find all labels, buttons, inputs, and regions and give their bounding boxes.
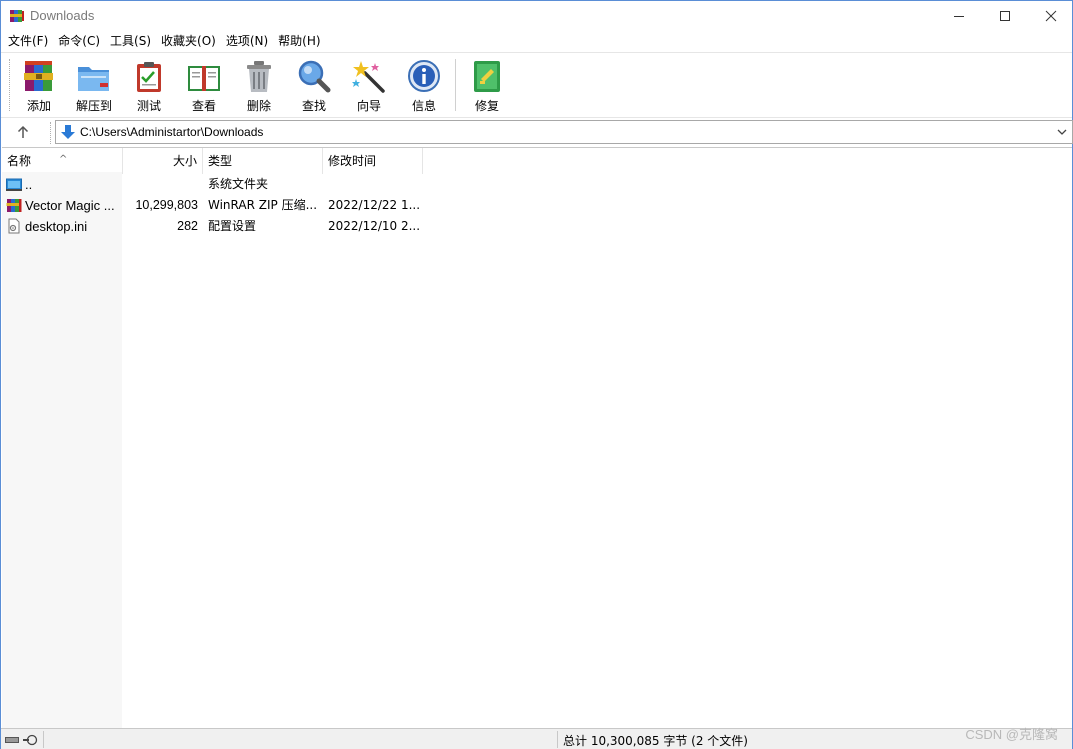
file-list[interactable]: 名称 ^ 大小 类型 修改时间 .. 系统文件夹 Vector Magic ..…: [2, 147, 1072, 729]
toolbar: 添加 解压到 测试 查看 删除 查找 向导 信息 修复: [1, 52, 1072, 116]
file-size: 10,299,803: [135, 198, 198, 212]
magic-wand-icon: [352, 61, 385, 93]
address-row: C:\Users\Administartor\Downloads: [1, 117, 1073, 145]
menu-file[interactable]: 文件(F): [3, 31, 53, 51]
header-type[interactable]: 类型: [203, 148, 323, 174]
test-clipboard-icon: [137, 62, 161, 92]
toolbar-grip[interactable]: [9, 59, 12, 111]
test-button[interactable]: 测试: [124, 57, 174, 113]
repair-button[interactable]: 修复: [462, 57, 512, 113]
address-grip: [50, 122, 51, 144]
file-name: ..: [25, 177, 33, 192]
menu-favorites[interactable]: 收藏夹(O): [156, 31, 221, 51]
add-button[interactable]: 添加: [14, 57, 64, 113]
minimize-button[interactable]: [936, 1, 982, 31]
extract-label: 解压到: [75, 99, 112, 113]
header-name-label: 名称: [7, 154, 32, 168]
header-name[interactable]: 名称 ^: [2, 148, 123, 174]
file-name: Vector Magic ...: [25, 198, 115, 213]
test-label: 测试: [136, 99, 161, 113]
file-row-ini[interactable]: desktop.ini 282 配置设置 2022/12/10 2...: [2, 216, 432, 237]
settings-file-icon: [8, 218, 20, 234]
file-type: 配置设置: [208, 219, 257, 233]
download-arrow-icon: [61, 125, 75, 139]
arrow-up-icon: [17, 125, 29, 138]
extract-folder-icon: [78, 67, 109, 91]
menu-help[interactable]: 帮助(H): [273, 31, 325, 51]
view-button[interactable]: 查看: [179, 57, 229, 113]
info-label: 信息: [411, 99, 436, 113]
find-label: 查找: [301, 99, 326, 113]
file-modified: 2022/12/10 2...: [328, 219, 420, 233]
status-divider: [557, 731, 558, 748]
header-modified-label: 修改时间: [328, 154, 377, 168]
repair-icon: [474, 61, 500, 92]
window-title: Downloads: [30, 8, 95, 23]
status-divider: [43, 731, 44, 748]
column-headers: 名称 ^ 大小 类型 修改时间: [2, 148, 1072, 174]
header-size-label: 大小: [172, 154, 197, 168]
file-type: WinRAR ZIP 压缩...: [208, 198, 318, 212]
repair-label: 修复: [474, 99, 499, 113]
maximize-button[interactable]: [982, 1, 1028, 31]
status-bar: 总计 10,300,085 字节 (2 个文件): [1, 728, 1072, 749]
winrar-window: Downloads 文件(F) 命令(C) 工具(S) 收藏夹(O) 选项(N)…: [0, 0, 1073, 749]
header-type-label: 类型: [208, 154, 233, 168]
menu-tools[interactable]: 工具(S): [105, 31, 156, 51]
header-modified[interactable]: 修改时间: [323, 148, 423, 174]
sort-ascending-icon: ^: [59, 154, 68, 165]
folder-up-icon: [6, 178, 22, 191]
minimize-icon: [954, 16, 964, 17]
title-bar: Downloads: [1, 1, 1072, 31]
chevron-down-icon[interactable]: [1056, 127, 1068, 137]
maximize-icon: [1000, 11, 1010, 21]
file-name: desktop.ini: [25, 219, 88, 234]
info-button[interactable]: 信息: [399, 57, 449, 113]
address-path: C:\Users\Administartor\Downloads: [80, 125, 264, 139]
add-archive-icon: [24, 61, 53, 91]
file-type: 系统文件夹: [208, 177, 269, 191]
drive-lock-icon: [5, 734, 38, 746]
close-button[interactable]: [1028, 1, 1073, 31]
file-modified: 2022/12/22 1...: [328, 198, 420, 212]
close-icon: [1045, 10, 1057, 22]
add-label: 添加: [26, 99, 51, 113]
magnifier-icon: [298, 60, 331, 93]
watermark: CSDN @克隆窝: [965, 727, 1058, 742]
name-column-shade: [2, 172, 122, 729]
menu-commands[interactable]: 命令(C): [53, 31, 105, 51]
header-size[interactable]: 大小: [123, 148, 203, 174]
find-button[interactable]: 查找: [289, 57, 339, 113]
up-folder-button[interactable]: [13, 123, 33, 141]
view-label: 查看: [191, 99, 216, 113]
address-field[interactable]: C:\Users\Administartor\Downloads: [55, 120, 1073, 144]
toolbar-separator: [455, 59, 456, 111]
info-icon: [408, 60, 440, 92]
trash-icon: [247, 61, 271, 92]
winrar-archive-icon: [6, 199, 22, 212]
wizard-label: 向导: [356, 99, 381, 113]
delete-label: 删除: [246, 99, 271, 113]
file-size: 282: [177, 219, 198, 233]
file-row-parent[interactable]: .. 系统文件夹: [2, 174, 432, 195]
wizard-button[interactable]: 向导: [344, 57, 394, 113]
winrar-logo-icon: [10, 10, 24, 22]
delete-button[interactable]: 删除: [234, 57, 284, 113]
file-row-archive[interactable]: Vector Magic ... 10,299,803 WinRAR ZIP 压…: [2, 195, 432, 216]
extract-button[interactable]: 解压到: [69, 57, 119, 113]
menu-options[interactable]: 选项(N): [221, 31, 273, 51]
menu-bar: 文件(F) 命令(C) 工具(S) 收藏夹(O) 选项(N) 帮助(H): [1, 31, 1072, 51]
status-summary: 总计 10,300,085 字节 (2 个文件): [563, 734, 748, 748]
view-book-icon: [188, 66, 220, 91]
